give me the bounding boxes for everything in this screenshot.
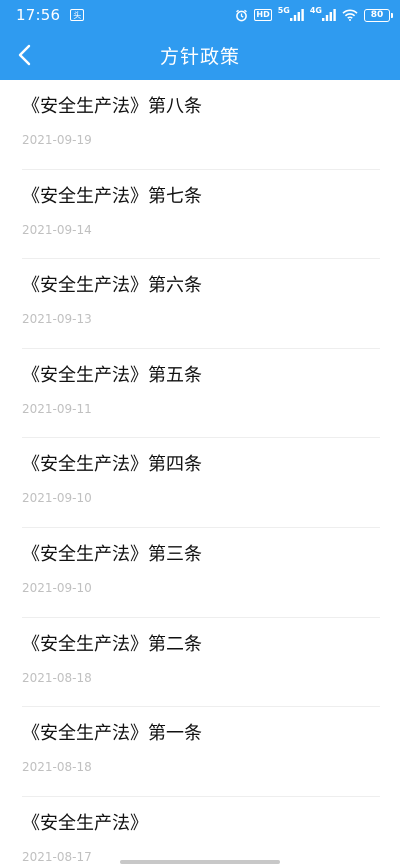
list-item[interactable]: 《安全生产法》第八条 2021-09-19 [0, 80, 400, 170]
chevron-left-icon [18, 44, 31, 66]
article-title: 《安全生产法》第四条 [22, 454, 202, 476]
article-title: 《安全生产法》第七条 [22, 185, 202, 207]
article-title: 《安全生产法》第一条 [22, 723, 202, 745]
net-label-4g: 4G [309, 6, 322, 15]
article-date: 2021-08-18 [22, 760, 92, 775]
app-screen: 17:56 头 HD 5G 4G 80 方针政策 《安全生产法》第八条 2021… [0, 0, 400, 866]
article-list: 《安全生产法》第八条 2021-09-19 《安全生产法》第七条 2021-09-14… [0, 80, 400, 866]
hd-icon: HD [254, 9, 272, 21]
article-date: 2021-09-19 [22, 133, 92, 147]
list-item[interactable]: 《安全生产法》第四条 2021-09-10 [0, 438, 400, 528]
article-title: 《安全生产法》第三条 [22, 543, 202, 565]
article-title: 《安全生产法》 [22, 812, 148, 834]
list-item[interactable]: 《安全生产法》 2021-08-17 [0, 797, 400, 866]
status-right: HD 5G 4G 80 [235, 6, 393, 22]
list-item[interactable]: 《安全生产法》第五条 2021-09-11 [0, 349, 400, 439]
article-date: 2021-09-13 [22, 312, 92, 327]
article-title: 《安全生产法》第八条 [22, 96, 202, 117]
home-indicator[interactable] [120, 860, 280, 864]
notification-icon: 头 [70, 9, 85, 21]
list-item[interactable]: 《安全生产法》第六条 2021-09-13 [0, 259, 400, 349]
nav-bar: 方针政策 [0, 30, 400, 80]
status-bar: 17:56 头 HD 5G 4G 80 [0, 0, 400, 30]
net-label-5g: 5G [277, 6, 290, 15]
page-title: 方针政策 [159, 45, 240, 68]
list-item[interactable]: 《安全生产法》第二条 2021-08-18 [0, 618, 400, 708]
article-date: 2021-09-11 [22, 401, 92, 416]
list-item[interactable]: 《安全生产法》第一条 2021-08-18 [0, 707, 400, 797]
list-item[interactable]: 《安全生产法》第三条 2021-09-10 [0, 528, 400, 618]
article-date: 2021-09-10 [22, 491, 92, 506]
battery-icon: 80 [364, 8, 393, 22]
article-title: 《安全生产法》第五条 [22, 364, 202, 386]
signal-5g-icon: 5G [277, 6, 304, 21]
status-time: 17:56 [16, 6, 61, 24]
list-item[interactable]: 《安全生产法》第七条 2021-09-14 [0, 170, 400, 260]
top-bar: 17:56 头 HD 5G 4G 80 方针政策 [0, 0, 400, 80]
article-title: 《安全生产法》第六条 [22, 275, 202, 297]
article-title: 《安全生产法》第二条 [22, 633, 202, 655]
status-left: 17:56 头 [16, 6, 85, 24]
article-date: 2021-09-14 [22, 222, 92, 237]
alarm-icon [235, 9, 248, 22]
signal-4g-icon: 4G [309, 6, 336, 21]
article-date: 2021-08-18 [22, 670, 92, 685]
article-date: 2021-09-10 [22, 580, 92, 595]
wifi-icon [342, 9, 358, 21]
back-button[interactable] [8, 38, 42, 72]
